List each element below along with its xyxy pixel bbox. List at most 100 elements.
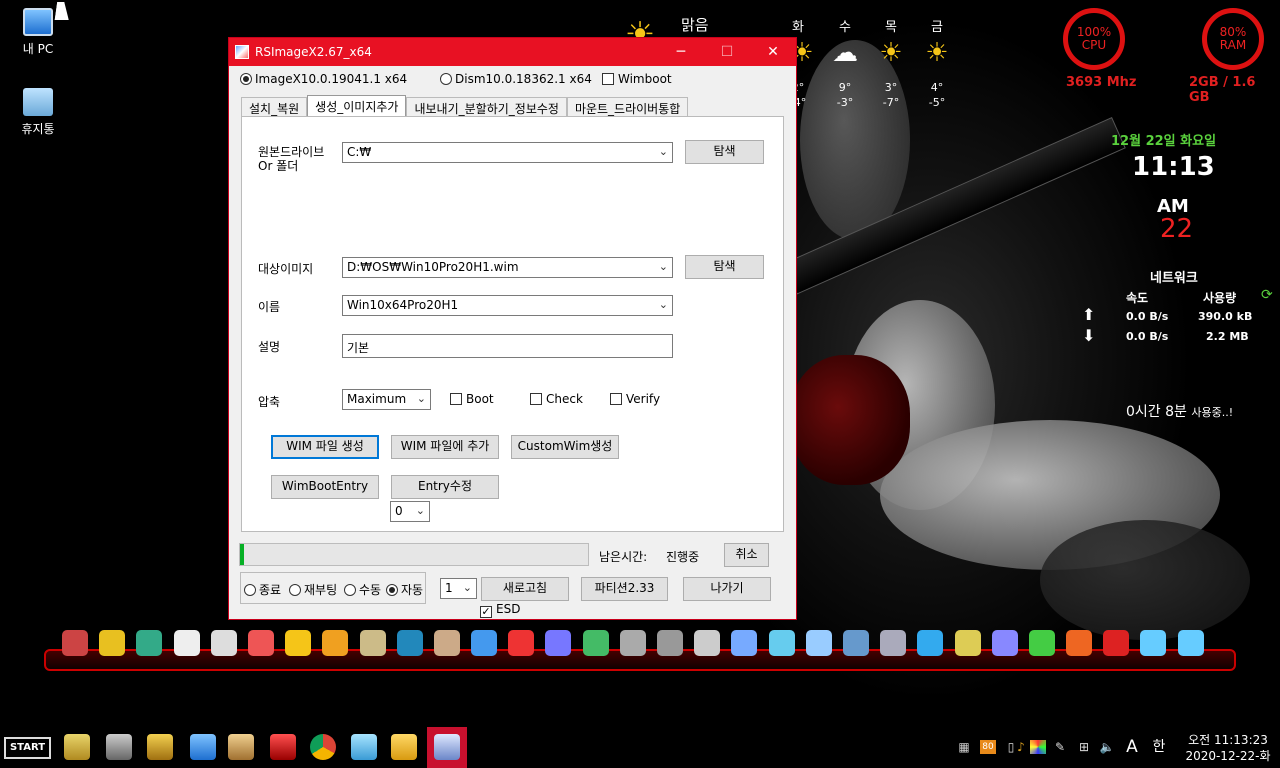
help-icon[interactable] [954,630,981,656]
exit-button[interactable]: 나가기 [683,577,771,601]
create-wim-button[interactable]: WIM 파일 생성 [271,435,379,459]
sync-icon[interactable] [917,630,944,656]
paint-icon[interactable] [247,630,274,656]
after-reboot-radio[interactable]: 재부팅 [289,581,337,598]
remote-desktop-icon[interactable] [270,734,296,760]
desktop-icon-recycle-bin[interactable]: 휴지통 [3,88,73,137]
triangle-icon[interactable] [322,630,349,656]
usb-icon[interactable] [619,630,646,656]
after-auto-radio[interactable]: 자동 [386,581,423,598]
count-combo[interactable]: 1 ⌄ [440,578,477,599]
refresh-icon[interactable]: ⟳ [1261,287,1273,303]
source-combo[interactable]: C:₩ ⌄ [342,142,673,163]
desktop-icon-my-pc[interactable]: 내 PC [3,8,73,57]
tab-create-image[interactable]: 생성_이미지추가 [307,95,407,117]
pdf-icon[interactable] [99,630,126,656]
chart-icon[interactable] [582,630,609,656]
description-input[interactable]: 기본 [342,334,673,358]
rsimagex-window: RSImageX2.67_x64 ─ ☐ ✕ ImageX10.0.19041.… [228,37,797,620]
after-shutdown-radio[interactable]: 종료 [244,581,281,598]
notes-icon[interactable] [351,734,377,760]
compress-combo[interactable]: Maximum ⌄ [342,389,431,410]
prism-icon[interactable] [471,630,498,656]
printer-icon[interactable] [106,734,132,760]
browse-target-button[interactable]: 탐색 [685,255,764,279]
cpu-gauge: 100% CPU [1063,8,1125,70]
outlook-icon[interactable] [396,630,423,656]
check-label: Check [546,392,583,406]
user-icon[interactable] [842,630,869,656]
7z-icon[interactable] [173,630,200,656]
checkbox-icon [450,393,462,405]
engine-dism-radio[interactable]: Dism10.0.18362.1 x64 [440,72,592,86]
network-tool-icon[interactable] [508,630,535,656]
help-tool-icon[interactable] [64,734,90,760]
after-manual-radio[interactable]: 수동 [344,581,381,598]
custom-wim-button[interactable]: CustomWim생성 [511,435,619,459]
folder-icon[interactable] [391,734,417,760]
browse-source-button[interactable]: 탐색 [685,140,764,164]
disc-icon[interactable] [657,630,683,656]
network-down-usage: 2.2 MB [1206,330,1249,343]
tab-mount-driver[interactable]: 마운트_드라이버통합 [566,97,689,117]
engine-imagex-radio[interactable]: ImageX10.0.19041.1 x64 [240,72,407,86]
check-checkbox[interactable]: Check [530,392,583,406]
chip-icon[interactable] [545,630,572,656]
cancel-button[interactable]: 취소 [724,543,769,567]
camera-icon[interactable] [880,630,907,656]
network-tray-icon[interactable]: ▦ [956,740,972,754]
taskbar-clock[interactable]: 오전 11:13:23 2020-12-22-화 [1183,732,1273,764]
ime-mode[interactable]: A [1124,739,1140,756]
chrome-icon[interactable] [310,734,336,760]
append-wim-button[interactable]: WIM 파일에 추가 [391,435,499,459]
remote-icon[interactable] [1103,630,1130,656]
cat-icon[interactable] [1066,630,1093,656]
network-icon[interactable] [805,630,832,656]
wimboot-entry-button[interactable]: WimBootEntry [271,475,379,499]
play-icon[interactable] [285,630,312,656]
network-share-icon[interactable] [190,734,216,760]
box-icon[interactable] [433,630,460,656]
name-combo[interactable]: Win10x64Pro20H1 ⌄ [342,295,673,316]
speaker-orange-icon[interactable]: ♪ [1013,740,1029,754]
partition-button[interactable]: 파티션2.33 [581,577,668,601]
chrome-icon[interactable] [1028,630,1055,656]
taskbar-active-app[interactable] [427,727,467,768]
notepad-icon[interactable] [210,630,237,656]
file-icon[interactable] [768,630,795,656]
tab-bar: 설치_복원 생성_이미지추가 내보내기_분할하기_정보수정 마운트_드라이버통합 [241,95,689,117]
tab-export-split[interactable]: 내보내기_분할하기_정보수정 [406,97,567,117]
minimize-button[interactable]: ─ [658,38,704,66]
pencil-icon[interactable] [694,630,721,656]
rsimage-r-icon[interactable] [147,734,173,760]
esd-checkbox[interactable]: ✓ ESD [480,602,520,618]
volume-icon[interactable]: 🔈 [1099,740,1115,754]
clock-date: 12월 22일 화요일 [1111,134,1217,149]
target-combo[interactable]: D:₩OS₩Win10Pro20H1.wim ⌄ [342,257,673,278]
title-bar[interactable]: RSImageX2.67_x64 ─ ☐ ✕ [229,38,796,66]
pen-icon[interactable]: ✎ [1052,740,1068,754]
tray-badge[interactable]: 80 [980,740,996,754]
box-icon[interactable] [228,734,254,760]
lan-icon[interactable]: ⊞ [1076,740,1092,754]
maximize-button[interactable]: ☐ [704,38,750,66]
winrar-icon[interactable] [136,630,163,656]
start-button[interactable]: START [4,737,51,759]
computer-icon[interactable] [731,630,758,656]
color-icon[interactable] [1030,740,1046,754]
refresh-button[interactable]: 새로고침 [481,577,569,601]
image-icon[interactable] [359,630,386,656]
wand-icon[interactable] [62,630,88,656]
cup2-icon[interactable] [1177,630,1204,656]
close-button[interactable]: ✕ [750,38,796,66]
dock-icons [62,630,1204,656]
entry-index-combo[interactable]: 0 ⌄ [390,501,430,522]
wimboot-checkbox[interactable]: Wimboot [602,72,672,86]
ime-hangul[interactable]: 한 [1151,740,1167,754]
entry-edit-button[interactable]: Entry수정 [391,475,499,499]
tab-install-restore[interactable]: 설치_복원 [241,97,308,117]
chip2-icon[interactable] [991,630,1018,656]
boot-checkbox[interactable]: Boot [450,392,494,406]
cup-icon[interactable] [1140,630,1167,656]
verify-checkbox[interactable]: Verify [610,392,660,406]
